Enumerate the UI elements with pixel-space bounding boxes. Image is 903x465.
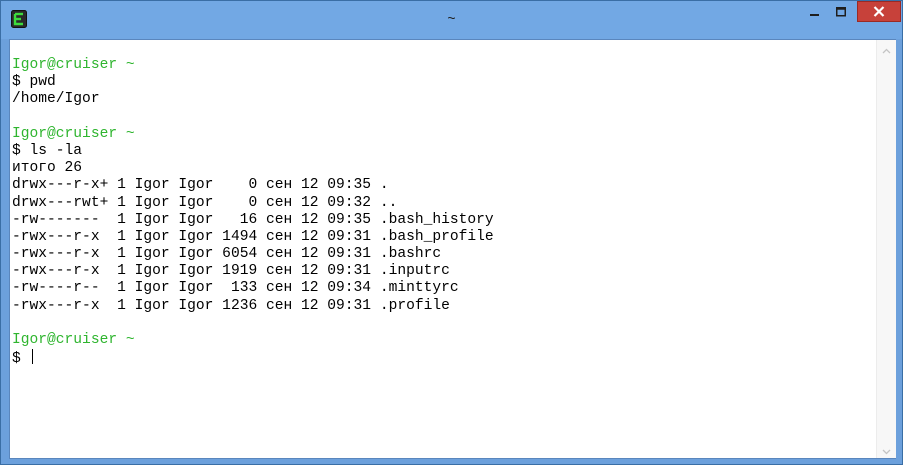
terminal-window: ~ Igor@cruiser ~ $ pwd/home/Igor Igor@crui… — [0, 0, 903, 465]
terminal-text[interactable]: Igor@cruiser ~ $ pwd/home/Igor Igor@cruise… — [12, 57, 494, 367]
output-line: /home/Igor — [12, 91, 100, 108]
close-button[interactable] — [857, 1, 901, 22]
scroll-down-button[interactable] — [877, 441, 896, 458]
chevron-up-icon — [882, 39, 891, 58]
output-line: -rwx---r-x 1 Igor Igor 6054 сен 12 09:31… — [12, 246, 442, 263]
close-icon — [873, 2, 885, 21]
vertical-scrollbar[interactable] — [876, 40, 896, 458]
shell-prompt: Igor@cruiser ~ — [12, 332, 135, 348]
title-bar[interactable]: ~ — [1, 1, 902, 39]
output-line: -rw------- 1 Igor Igor 16 сен 12 09:35 .… — [12, 211, 494, 228]
terminal-output[interactable]: Igor@cruiser ~ $ pwd/home/Igor Igor@cruise… — [10, 40, 876, 458]
output-line: drwx---rwt+ 1 Igor Igor 0 сен 12 09:32 .… — [12, 194, 398, 211]
output-line: drwx---r-x+ 1 Igor Igor 0 сен 12 09:35 . — [12, 177, 389, 194]
minimize-button[interactable] — [802, 1, 828, 22]
chevron-down-icon — [882, 440, 891, 459]
maximize-button[interactable] — [828, 1, 854, 22]
shell-prompt: Igor@cruiser ~ — [12, 125, 135, 142]
command-line: $ ls -la — [12, 142, 83, 159]
output-line: итого 26 — [12, 160, 83, 177]
output-line: -rw----r-- 1 Igor Igor 133 сен 12 09:34 … — [12, 280, 459, 297]
terminal-client-area: Igor@cruiser ~ $ pwd/home/Igor Igor@cruise… — [9, 39, 896, 459]
shell-prompt: Igor@cruiser ~ — [12, 57, 135, 73]
maximize-icon — [836, 2, 846, 21]
output-line: -rwx---r-x 1 Igor Igor 1919 сен 12 09:31… — [12, 263, 450, 280]
command-line: $ pwd — [12, 74, 56, 91]
scroll-up-button[interactable] — [877, 40, 896, 57]
output-line: -rwx---r-x 1 Igor Igor 1494 сен 12 09:31… — [12, 228, 494, 245]
window-title: ~ — [447, 10, 456, 26]
text-cursor — [31, 349, 33, 365]
output-line: -rwx---r-x 1 Igor Igor 1236 сен 12 09:31… — [12, 297, 450, 314]
input-line: $ — [12, 349, 494, 367]
minimize-icon — [810, 2, 820, 21]
